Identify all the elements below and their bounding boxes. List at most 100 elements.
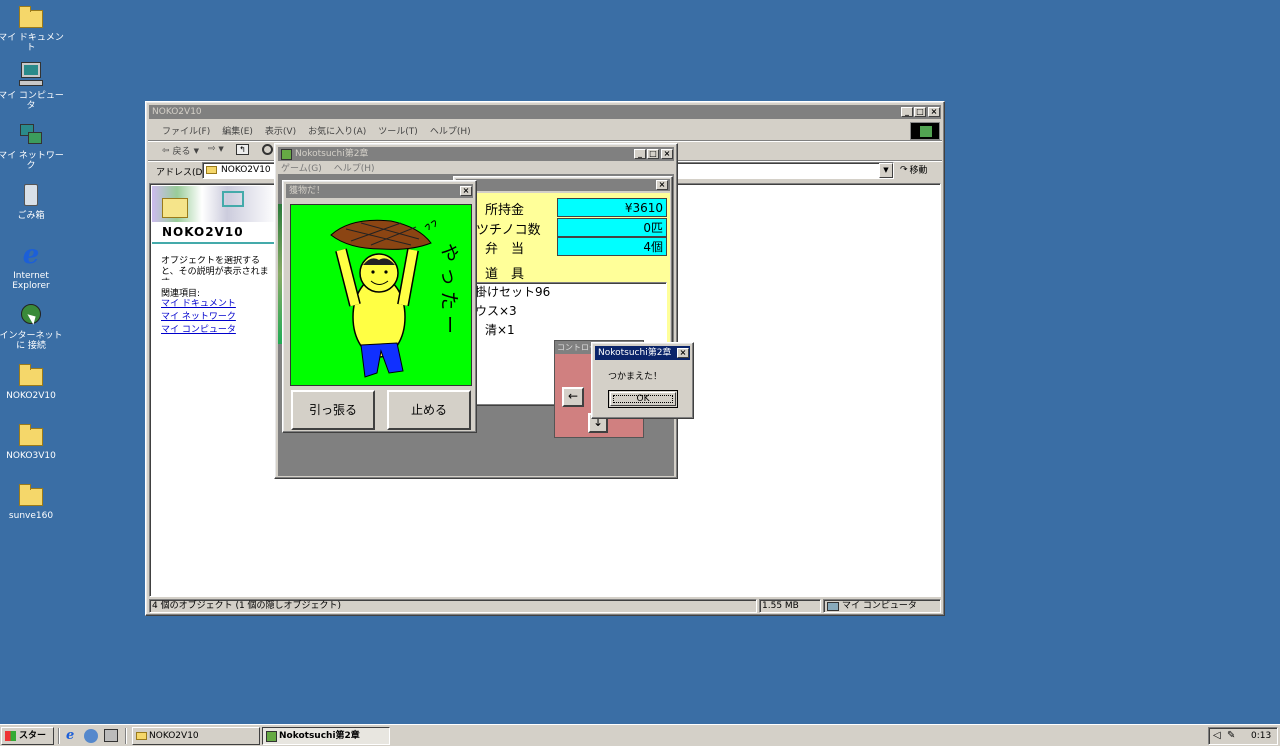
desktop-icon-sunve160[interactable]: sunve160 [0, 482, 66, 521]
catch-dialog: 獲物だ！ × やったー 引っ張る 止める [282, 180, 477, 433]
close-button[interactable]: × [677, 348, 689, 358]
computer-icon [18, 62, 44, 88]
tool-item[interactable]: ウス×3 [475, 302, 666, 321]
catch-dialog-title: 獲物だ！ [289, 186, 326, 196]
windows-logo-icon [5, 731, 16, 741]
up-folder-icon[interactable]: ↰ [236, 144, 249, 155]
start-label: スタート [19, 731, 47, 741]
catch-illustration: やったー [330, 219, 460, 378]
menu-tools[interactable]: ツール(T) [378, 124, 418, 137]
link-my-documents[interactable]: マイ ドキュメント [161, 298, 236, 311]
pen-icon[interactable]: ✎ [1227, 730, 1235, 741]
internet-explorer-icon: e [22, 240, 40, 270]
catch-dialog-titlebar[interactable]: 獲物だ！ × [286, 184, 473, 198]
status-size-text: 1.55 MB [762, 601, 799, 611]
pull-button[interactable]: 引っ張る [291, 390, 375, 430]
link-my-computer[interactable]: マイ コンピュータ [161, 324, 236, 337]
desktop-icon-noko3v10[interactable]: NOKO3V10 [0, 422, 66, 461]
folder-icon [206, 166, 217, 174]
explorer-titlebar[interactable]: NOKO2V10 _ □ × [149, 105, 941, 119]
close-button[interactable]: × [928, 107, 940, 117]
show-desktop-icon[interactable] [104, 729, 118, 742]
internet-explorer-icon[interactable]: e [66, 728, 74, 743]
status-panel-titlebar [456, 179, 670, 191]
desktop-icon-my-computer[interactable]: マイ コンピュータ [0, 62, 66, 111]
folder-icon [18, 362, 44, 388]
explorer-title: NOKO2V10 [152, 107, 202, 117]
money-value: ¥3610 [557, 198, 667, 217]
status-location-text: マイ コンピュータ [842, 601, 917, 611]
address-value: NOKO2V10 [221, 165, 271, 175]
task-button-nokotsuchi[interactable]: Nokotsuchi第2章 [262, 727, 390, 745]
back-label: 戻る [172, 147, 191, 157]
address-label: アドレス(D) [156, 168, 206, 178]
system-tray: ◁ ✎ 0:13 [1208, 727, 1278, 745]
desktop-icon-label: インターネットに 接続 [0, 331, 63, 351]
explorer-menubar: ファイル(F) 編集(E) 表示(V) お気に入り(A) ツール(T) ヘルプ(… [162, 124, 471, 137]
ok-label: OK [610, 392, 676, 406]
stop-button[interactable]: 止める [387, 390, 471, 430]
game-app-icon [281, 148, 292, 160]
message-box-titlebar[interactable]: Nokotsuchi第2章 × [595, 346, 690, 360]
tool-item[interactable]: 清×1 [475, 321, 666, 340]
quicklaunch-divider [58, 728, 60, 744]
menu-game[interactable]: ゲーム(G) [281, 161, 322, 174]
close-button[interactable]: × [460, 186, 472, 196]
go-button[interactable]: ↷ 移動 [900, 163, 928, 177]
maximize-button[interactable]: □ [647, 149, 659, 159]
menu-edit[interactable]: 編集(E) [222, 124, 253, 137]
network-icon [18, 122, 44, 148]
menu-help[interactable]: ヘルプ(H) [334, 161, 375, 174]
bento-value: 4個 [557, 237, 667, 256]
folder-title: NOKO2V10 [162, 225, 244, 239]
desktop-icon-internet-explorer[interactable]: e Internet Explorer [0, 242, 66, 291]
catch-caption: やったー [438, 243, 460, 339]
info-text: オブジェクトを選択すると、その説明が表示されます。 [161, 256, 269, 280]
quicklaunch-divider [125, 728, 127, 744]
address-dropdown-button[interactable]: ▼ [879, 163, 893, 178]
desktop-icon-recycle-bin[interactable]: ごみ箱 [0, 182, 66, 221]
desktop-icon-label: sunve160 [8, 511, 54, 521]
desktop-icon-connect-internet[interactable]: インターネットに 接続 [0, 302, 66, 351]
menu-help[interactable]: ヘルプ(H) [430, 124, 471, 137]
folder-icon [18, 422, 44, 448]
close-button[interactable]: × [661, 149, 673, 159]
game-titlebar[interactable]: Nokotsuchi第2章 _ □ × [278, 147, 674, 161]
maximize-button[interactable]: □ [914, 107, 926, 117]
back-arrow-icon: ⇦ [162, 145, 170, 156]
money-label: 所持金 [485, 203, 525, 218]
tool-item[interactable]: 掛けセット96 [475, 283, 666, 302]
taskbar: スタート e NOKO2V10 Nokotsuchi第2章 ◁ ✎ 0:13 [0, 724, 1280, 746]
task-button-noko2v10[interactable]: NOKO2V10 [132, 727, 260, 745]
desktop-icon-noko2v10[interactable]: NOKO2V10 [0, 362, 66, 401]
left-arrow-button[interactable]: ← [562, 387, 584, 407]
folder-banner-image [152, 186, 277, 222]
desktop-icon-my-documents[interactable]: マイ ドキュメント [0, 4, 66, 53]
desktop-icon-label: NOKO3V10 [6, 451, 56, 461]
desktop-icon-label: マイ ドキュメント [0, 33, 64, 53]
my-documents-icon [18, 4, 44, 30]
search-icon[interactable] [262, 144, 273, 155]
message-box: Nokotsuchi第2章 × つかまえた！ OK [591, 342, 694, 419]
menu-file[interactable]: ファイル(F) [162, 124, 210, 137]
minimize-button[interactable]: _ [901, 107, 913, 117]
minimize-button[interactable]: _ [634, 149, 646, 159]
menu-favorites[interactable]: お気に入り(A) [308, 124, 366, 137]
folder-title-underline [152, 242, 277, 244]
back-button[interactable]: ⇦ 戻る ▼ [162, 144, 199, 158]
volume-icon[interactable]: ◁ [1213, 730, 1221, 741]
outlook-icon[interactable] [84, 729, 98, 743]
ok-button[interactable]: OK [608, 390, 678, 408]
start-button[interactable]: スタート [1, 727, 54, 745]
desktop-icon-my-network[interactable]: マイ ネットワーク [0, 122, 66, 171]
forward-button[interactable]: ⇨ ▼ [208, 144, 224, 154]
link-my-network[interactable]: マイ ネットワーク [161, 311, 236, 324]
desktop-icon-label: Internet Explorer [12, 271, 50, 291]
status-panel-close-button[interactable]: × [656, 180, 668, 190]
game-menubar: ゲーム(G) ヘルプ(H) [281, 161, 375, 174]
bento-label: 弁 当 [485, 242, 525, 257]
recycle-bin-icon [18, 182, 44, 208]
status-location: マイ コンピュータ [823, 599, 941, 613]
menu-view[interactable]: 表示(V) [265, 124, 296, 137]
toolbar-divider [148, 140, 942, 142]
